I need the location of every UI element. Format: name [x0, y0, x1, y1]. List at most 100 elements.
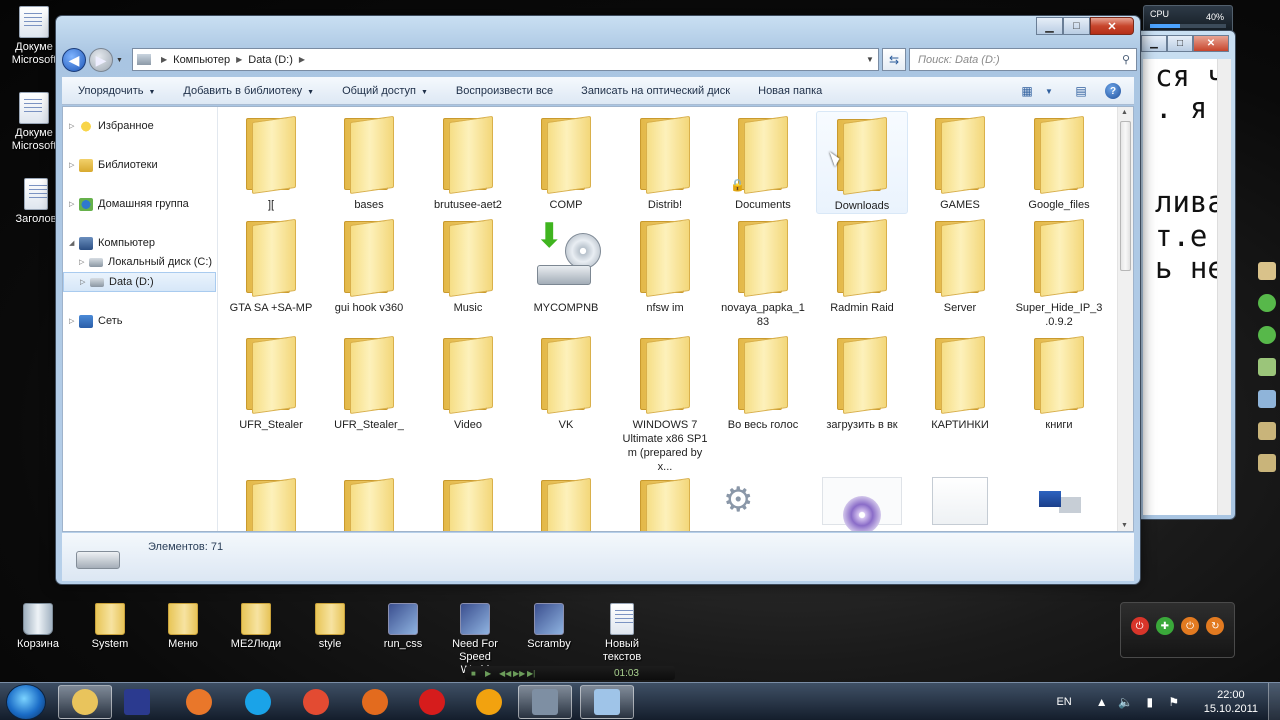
gadget-icon[interactable]: [1258, 390, 1276, 408]
toolbar-share-button[interactable]: Общий доступ ▼: [342, 85, 428, 97]
file-item[interactable]: Во весь голос: [717, 331, 809, 432]
maximize-button[interactable]: □: [1063, 17, 1090, 35]
forward-button[interactable]: ▶: [89, 48, 113, 72]
taskbar-button[interactable]: [348, 685, 402, 719]
toolbar-play-all-button[interactable]: Воспроизвести все: [456, 85, 553, 97]
background-window[interactable]: ▁ □ ✕ ся ч. я лива т.е ь не: [1138, 30, 1236, 520]
taskbar-button[interactable]: [405, 685, 459, 719]
file-item[interactable]: книги: [1013, 331, 1105, 432]
scroll-down-icon[interactable]: ▼: [1121, 522, 1128, 529]
desktop-icon[interactable]: style: [300, 603, 360, 651]
taskbar-button[interactable]: [462, 685, 516, 719]
file-item[interactable]: Downloads: [816, 111, 908, 214]
desktop-icon[interactable]: ME2Люди: [226, 603, 286, 651]
fast-forward-icon[interactable]: ▶▶: [513, 669, 527, 678]
gadget-icon[interactable]: [1258, 262, 1276, 280]
toolbar-organize-button[interactable]: Упорядочить ▼: [78, 85, 155, 97]
chevron-down-icon[interactable]: ▼: [862, 55, 878, 64]
search-icon[interactable]: ⚲: [1116, 53, 1136, 66]
nav-item[interactable]: ▷ Библиотеки: [69, 155, 158, 175]
gadget-icon[interactable]: [1258, 326, 1276, 344]
desktop-icon[interactable]: run_css: [373, 603, 433, 651]
toolbar-burn-button[interactable]: Записать на оптический диск: [581, 85, 730, 97]
nav-item[interactable]: ▷ Data (D:): [63, 272, 216, 292]
clock[interactable]: 22:00 15.10.2011: [1204, 688, 1258, 716]
file-item[interactable]: nfsw im: [619, 214, 711, 315]
show-desktop-button[interactable]: [1268, 683, 1280, 720]
expand-arrow-icon[interactable]: ▷: [69, 317, 79, 325]
expand-arrow-icon[interactable]: ▷: [69, 200, 79, 208]
view-options-icon[interactable]: ▦: [1016, 81, 1038, 101]
taskbar-button[interactable]: [172, 685, 226, 719]
desktop-icon[interactable]: System: [80, 603, 140, 651]
next-icon[interactable]: ▶|: [527, 669, 541, 678]
file-item[interactable]: UFR_Stealer: [225, 331, 317, 432]
refresh-button[interactable]: ⇆: [882, 48, 906, 71]
desktop-icon[interactable]: Меню: [153, 603, 213, 651]
expand-arrow-icon[interactable]: ◢: [69, 239, 79, 247]
language-indicator[interactable]: EN: [1056, 696, 1071, 708]
file-item[interactable]: Music: [422, 214, 514, 315]
desktop-icon[interactable]: Scramby: [519, 603, 579, 651]
search-input[interactable]: Поиск: Data (D:) ⚲: [909, 48, 1137, 71]
file-item[interactable]: Google_files: [1013, 111, 1105, 212]
taskbar-button[interactable]: [289, 685, 343, 719]
file-item[interactable]: [914, 473, 1006, 525]
scroll-up-icon[interactable]: ▲: [1121, 109, 1128, 116]
toolbar-add-to-library-button[interactable]: Добавить в библиотеку ▼: [183, 85, 314, 97]
breadcrumb-data-d[interactable]: Data (D:): [248, 54, 293, 66]
explorer-window[interactable]: ▁ □ ✕ ◀ ▶ ▼ ▶ Компьютер ▶ Data (D:) ▶ ▼ …: [55, 15, 1141, 585]
back-button[interactable]: ◀: [62, 48, 86, 72]
maximize-button[interactable]: □: [1167, 35, 1193, 52]
file-item[interactable]: КАРТИНКИ: [914, 331, 1006, 432]
power-off-icon[interactable]: ⏻: [1130, 617, 1149, 635]
add-icon[interactable]: ✚: [1155, 617, 1174, 635]
file-item[interactable]: Video: [422, 331, 514, 432]
file-item[interactable]: [520, 473, 612, 531]
desktop-icon[interactable]: Корзина: [8, 603, 68, 651]
file-item[interactable]: WINDOWS 7 Ultimate x86 SP1 m (prepared b…: [619, 331, 711, 474]
file-item[interactable]: ⬇ MYCOMPNB: [520, 214, 612, 315]
file-item[interactable]: novaya_papka_1 83: [717, 214, 809, 329]
file-item[interactable]: VK: [520, 331, 612, 432]
vertical-scrollbar[interactable]: ▲ ▼: [1117, 107, 1133, 531]
taskbar-button[interactable]: [231, 685, 285, 719]
gadget-icon[interactable]: [1258, 294, 1276, 312]
file-item[interactable]: GAMES: [914, 111, 1006, 212]
gadget-icon[interactable]: [1258, 358, 1276, 376]
chevron-right-icon[interactable]: ▶: [236, 55, 242, 64]
network-icon[interactable]: ▮: [1142, 695, 1158, 709]
sleep-icon[interactable]: ⏻: [1181, 617, 1200, 635]
toolbar-new-folder-button[interactable]: Новая папка: [758, 85, 822, 97]
nav-item[interactable]: ◢ Компьютер: [69, 233, 155, 253]
file-item[interactable]: GTA SA +SA-MP: [225, 214, 317, 315]
play-icon[interactable]: ▶: [485, 669, 499, 678]
taskbar-button[interactable]: [110, 685, 164, 719]
expand-arrow-icon[interactable]: ▷: [69, 122, 79, 130]
minimize-button[interactable]: ▁: [1036, 17, 1063, 35]
file-item[interactable]: bases: [323, 111, 415, 212]
file-item[interactable]: Distrib!: [619, 111, 711, 212]
help-button[interactable]: ?: [1102, 81, 1124, 101]
minimize-button[interactable]: ▁: [1141, 35, 1167, 52]
close-button[interactable]: ✕: [1193, 35, 1229, 52]
volume-icon[interactable]: 🔈: [1118, 695, 1134, 709]
gadget-icon[interactable]: [1258, 454, 1276, 472]
expand-arrow-icon[interactable]: ▷: [69, 161, 79, 169]
file-item[interactable]: Super_Hide_IP_3 .0.9.2: [1013, 214, 1105, 329]
show-hidden-icons-icon[interactable]: ▲: [1094, 695, 1110, 709]
text-area[interactable]: ся ч. я лива т.е ь не: [1143, 59, 1231, 515]
address-bar[interactable]: ▶ Компьютер ▶ Data (D:) ▶ ▼: [132, 48, 879, 71]
expand-arrow-icon[interactable]: ▷: [79, 258, 89, 266]
file-item[interactable]: Radmin Raid: [816, 214, 908, 315]
start-button[interactable]: [6, 684, 46, 720]
taskbar-button[interactable]: [58, 685, 112, 719]
file-item[interactable]: [225, 473, 317, 531]
chevron-right-icon[interactable]: ▶: [161, 55, 167, 64]
file-item[interactable]: Server: [914, 214, 1006, 315]
preview-pane-icon[interactable]: ▤: [1070, 81, 1092, 101]
restart-icon[interactable]: ↻: [1206, 617, 1225, 635]
nav-item[interactable]: ▷ Избранное: [69, 116, 154, 136]
desktop-icon[interactable]: Новый текстов: [592, 603, 652, 664]
nav-item[interactable]: ▷ Сеть: [69, 311, 122, 331]
